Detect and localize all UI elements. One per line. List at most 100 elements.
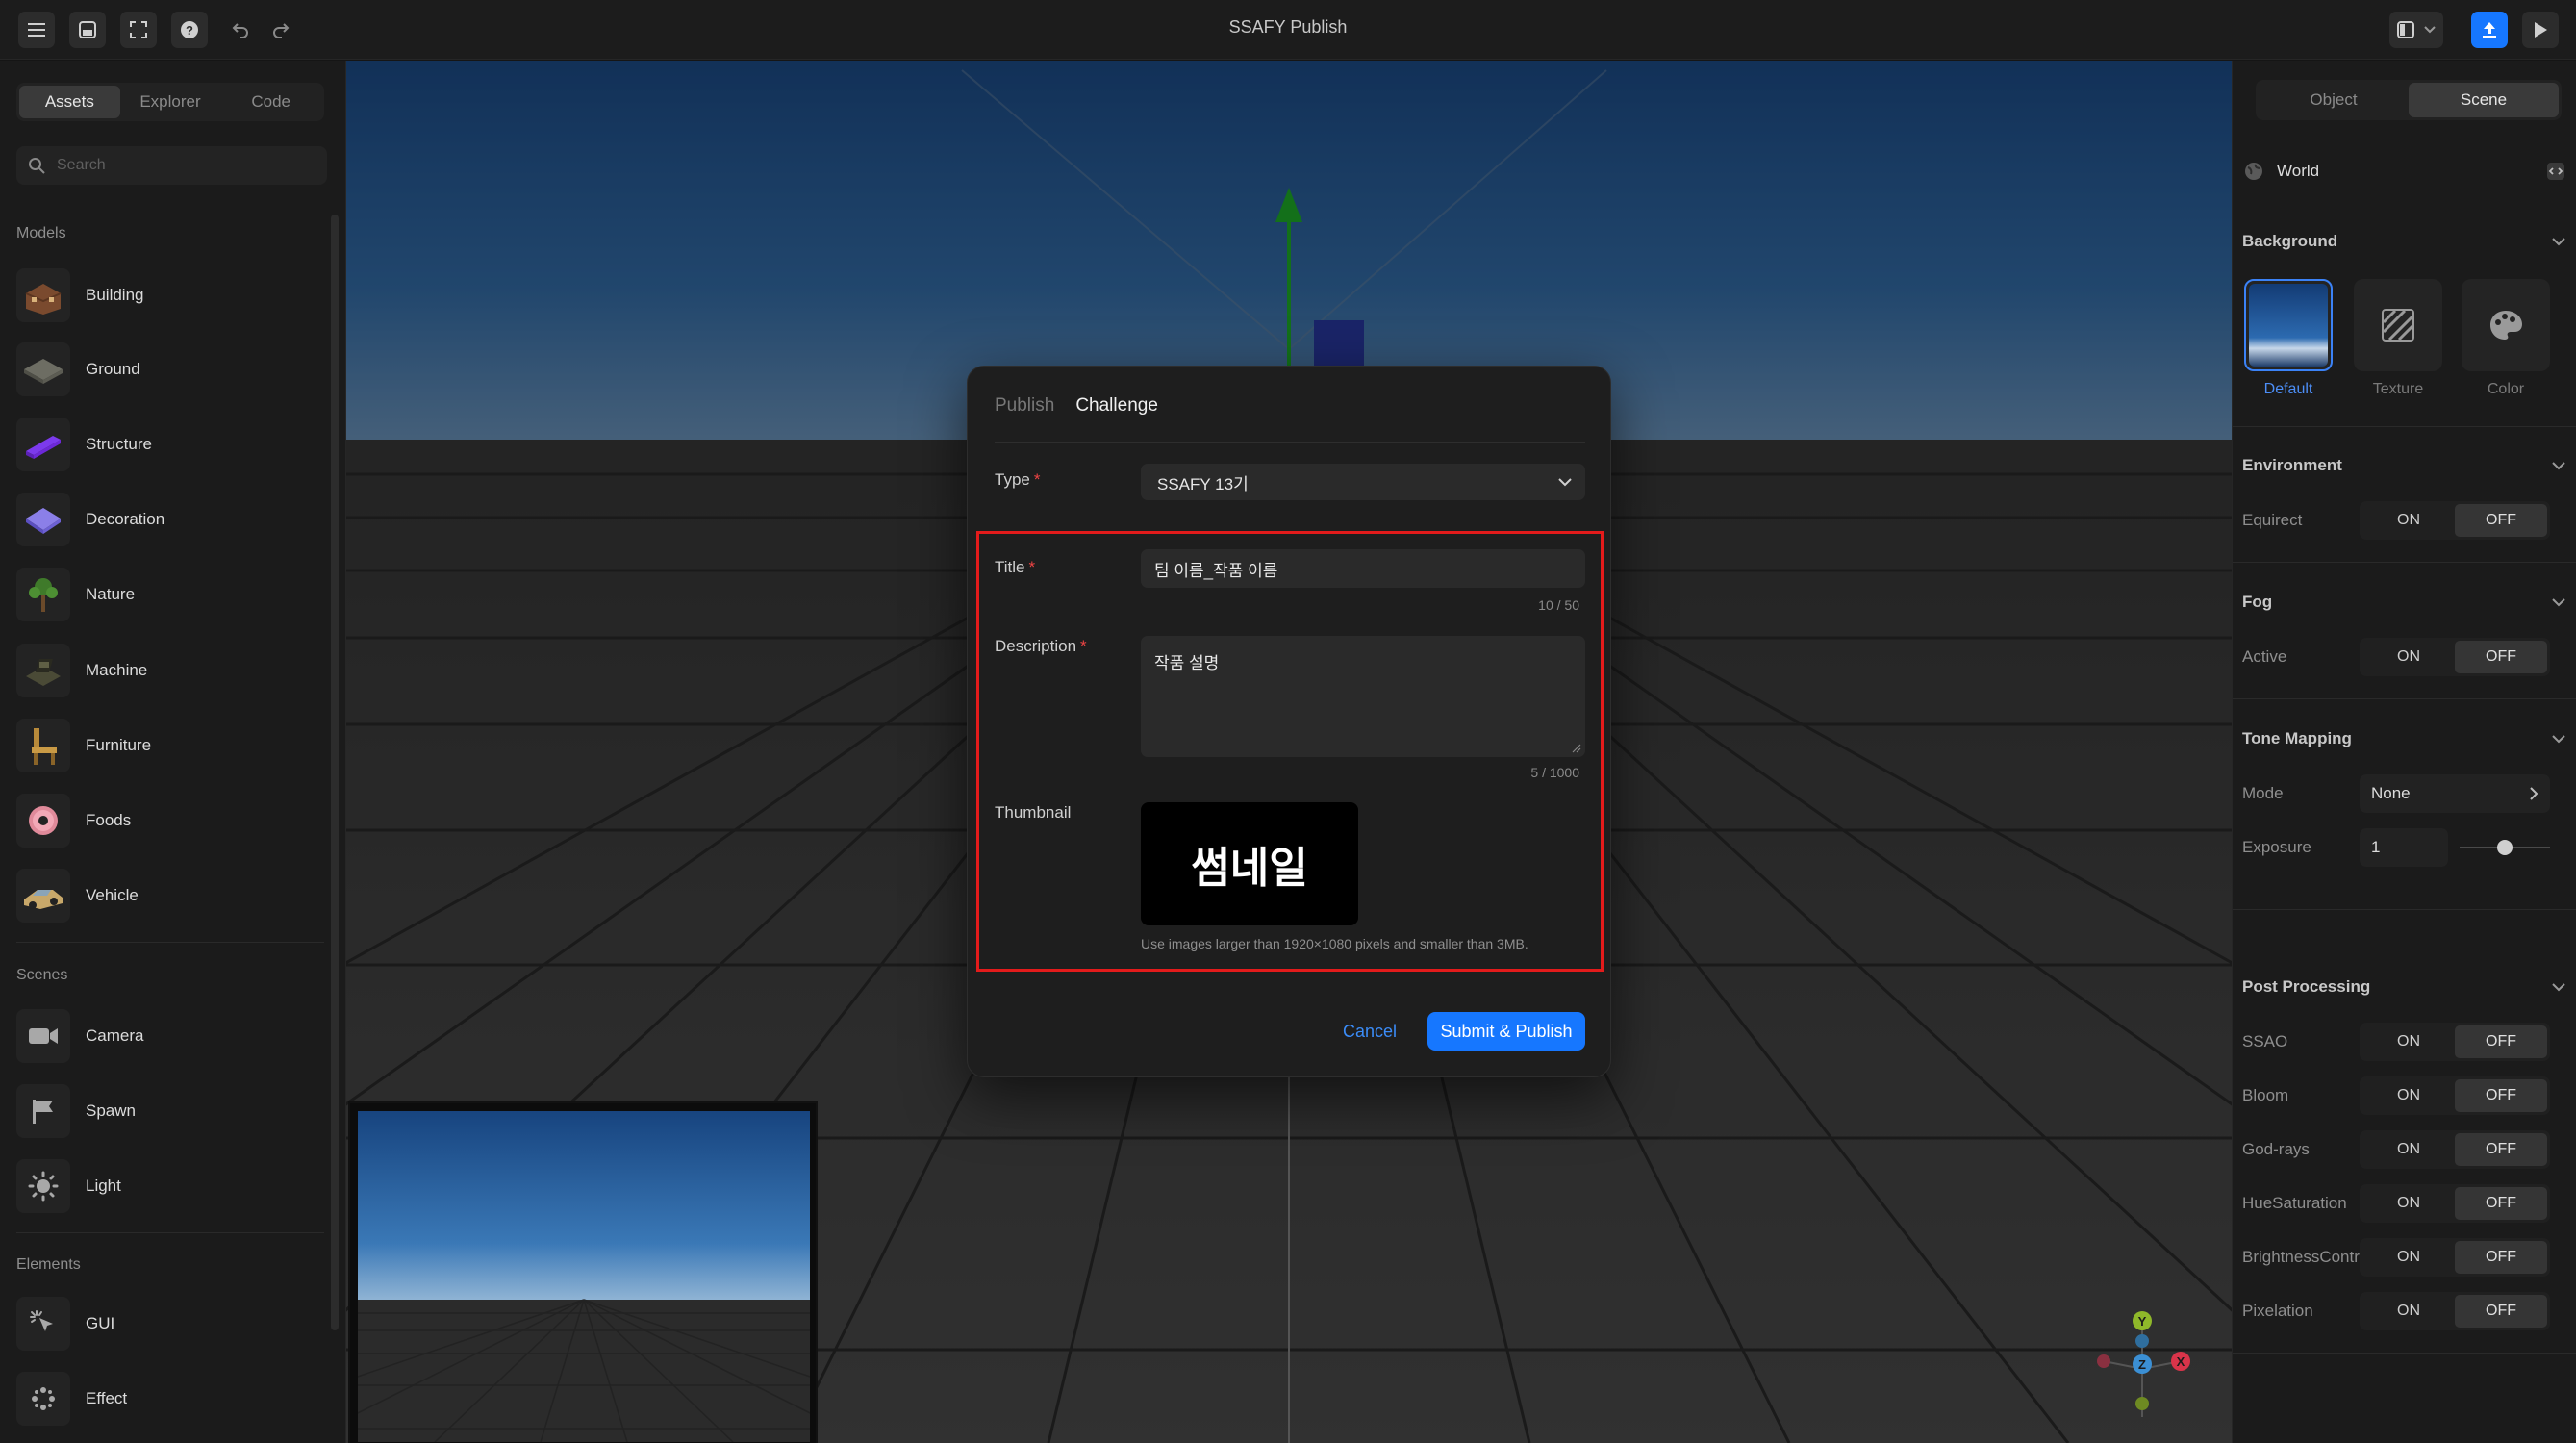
toggle-on[interactable]: ON <box>2362 1133 2455 1166</box>
section-environment[interactable]: Environment <box>2242 456 2565 475</box>
search-input[interactable] <box>57 157 297 174</box>
section-post-processing[interactable]: Post Processing <box>2242 977 2565 997</box>
tab-challenge[interactable]: Challenge <box>1075 395 1158 417</box>
asset-decoration[interactable]: Decoration <box>16 490 324 549</box>
bloom-row: Bloom ON OFF <box>2242 1076 2565 1116</box>
exposure-input[interactable]: 1 <box>2360 828 2448 867</box>
toggle-on[interactable]: ON <box>2362 1295 2455 1328</box>
title-label: Title * <box>995 558 1036 576</box>
toggle-off[interactable]: OFF <box>2455 641 2547 673</box>
gizmo-z-label: Z <box>2138 1357 2146 1372</box>
submit-publish-button[interactable]: Submit & Publish <box>1427 1012 1585 1051</box>
tab-object[interactable]: Object <box>2259 83 2409 117</box>
top-toolbar: ? SSAFY Publish <box>0 0 2576 60</box>
bloom-toggle[interactable]: ON OFF <box>2360 1076 2550 1115</box>
toggle-on[interactable]: ON <box>2362 504 2455 537</box>
texture-icon <box>2382 309 2414 342</box>
cancel-button[interactable]: Cancel <box>1343 1013 1397 1050</box>
layout-button[interactable] <box>2389 12 2443 48</box>
ssao-toggle[interactable]: ON OFF <box>2360 1023 2550 1061</box>
background-option-color[interactable]: Color <box>2460 279 2552 398</box>
tab-scene[interactable]: Scene <box>2409 83 2559 117</box>
code-icon[interactable] <box>2546 162 2565 181</box>
toggle-on[interactable]: ON <box>2362 1079 2455 1112</box>
palette-icon <box>2490 311 2522 340</box>
tone-mode-row: Mode None <box>2242 773 2565 814</box>
asset-building[interactable]: Building <box>16 266 324 325</box>
asset-camera[interactable]: Camera <box>16 1006 324 1066</box>
god-rays-row: God-rays ON OFF <box>2242 1129 2565 1170</box>
divider <box>16 942 324 943</box>
type-select[interactable]: SSAFY 13기 <box>1141 464 1585 500</box>
toggle-on[interactable]: ON <box>2362 1025 2455 1058</box>
tab-code[interactable]: Code <box>220 86 321 118</box>
equirect-toggle[interactable]: ON OFF <box>2360 501 2550 540</box>
asset-furniture[interactable]: Furniture <box>16 716 324 775</box>
right-panel: Object Scene World Background Default Te… <box>2232 61 2576 1443</box>
axis-gizmo[interactable]: Y Z X <box>2084 1311 2200 1427</box>
sparkle-icon <box>32 1387 55 1410</box>
background-option-default[interactable]: Default <box>2242 279 2335 398</box>
chevron-down-icon <box>2552 982 2565 991</box>
fog-active-toggle[interactable]: ON OFF <box>2360 638 2550 676</box>
exposure-slider[interactable] <box>2460 828 2550 867</box>
toggle-on[interactable]: ON <box>2362 641 2455 673</box>
toggle-on[interactable]: ON <box>2362 1241 2455 1274</box>
chevron-right-icon <box>2530 787 2538 800</box>
hue-saturation-toggle[interactable]: ON OFF <box>2360 1184 2550 1223</box>
left-panel-scrollbar[interactable] <box>331 215 339 1330</box>
asset-gui[interactable]: GUI <box>16 1294 324 1354</box>
background-option-texture[interactable]: Texture <box>2352 279 2444 398</box>
description-label: Description * <box>995 637 1087 655</box>
tab-publish[interactable]: Publish <box>995 395 1054 417</box>
asset-spawn[interactable]: Spawn <box>16 1081 324 1141</box>
thumbnail-image[interactable]: 썸네일 <box>1141 802 1358 925</box>
asset-structure[interactable]: Structure <box>16 415 324 474</box>
asset-effect[interactable]: Effect <box>16 1369 324 1429</box>
default-sky-thumbnail <box>2249 284 2328 367</box>
asset-machine[interactable]: Machine <box>16 641 324 700</box>
toggle-off[interactable]: OFF <box>2455 1187 2547 1220</box>
toggle-off[interactable]: OFF <box>2455 1241 2547 1274</box>
toggle-on[interactable]: ON <box>2362 1187 2455 1220</box>
asset-light[interactable]: Light <box>16 1156 324 1216</box>
pixelation-toggle[interactable]: ON OFF <box>2360 1292 2550 1330</box>
toggle-off[interactable]: OFF <box>2455 504 2547 537</box>
tone-mode-select[interactable]: None <box>2360 774 2550 813</box>
toggle-off[interactable]: OFF <box>2455 1295 2547 1328</box>
description-textarea[interactable]: 작품 설명 <box>1141 636 1585 757</box>
toggle-off[interactable]: OFF <box>2455 1025 2547 1058</box>
slider-thumb[interactable] <box>2497 840 2513 855</box>
flag-icon <box>33 1100 53 1124</box>
asset-label: Vehicle <box>86 886 139 904</box>
asset-vehicle[interactable]: Vehicle <box>16 866 324 925</box>
publish-button[interactable] <box>2471 12 2508 48</box>
title-counter: 10 / 50 <box>1538 597 1579 613</box>
tab-explorer[interactable]: Explorer <box>120 86 221 118</box>
brightness-contrast-toggle[interactable]: ON OFF <box>2360 1238 2550 1277</box>
dialog-tabs: Publish Challenge <box>995 395 1158 417</box>
world-row[interactable]: World <box>2244 157 2565 186</box>
asset-label: GUI <box>86 1314 115 1332</box>
play-button[interactable] <box>2522 12 2559 48</box>
tab-assets[interactable]: Assets <box>19 86 120 118</box>
toggle-off[interactable]: OFF <box>2455 1079 2547 1112</box>
toggle-off[interactable]: OFF <box>2455 1133 2547 1166</box>
camera-preview <box>348 1101 818 1443</box>
search-icon <box>29 158 45 174</box>
section-background[interactable]: Background <box>2242 232 2565 251</box>
section-tone-mapping[interactable]: Tone Mapping <box>2242 729 2565 748</box>
resize-handle-icon[interactable] <box>1572 744 1581 753</box>
chevron-down-icon <box>1558 477 1572 486</box>
god-rays-toggle[interactable]: ON OFF <box>2360 1130 2550 1169</box>
section-title-scenes: Scenes <box>16 967 68 983</box>
play-icon <box>2535 22 2547 38</box>
asset-nature[interactable]: Nature <box>16 565 324 624</box>
required-mark: * <box>1080 637 1087 655</box>
background-option-label: Color <box>2487 381 2525 397</box>
hue-saturation-row: HueSaturation ON OFF <box>2242 1183 2565 1224</box>
asset-ground[interactable]: Ground <box>16 340 324 399</box>
asset-foods[interactable]: Foods <box>16 791 324 850</box>
title-input[interactable]: 팀 이름_작품 이름 <box>1141 549 1585 588</box>
section-fog[interactable]: Fog <box>2242 593 2565 612</box>
